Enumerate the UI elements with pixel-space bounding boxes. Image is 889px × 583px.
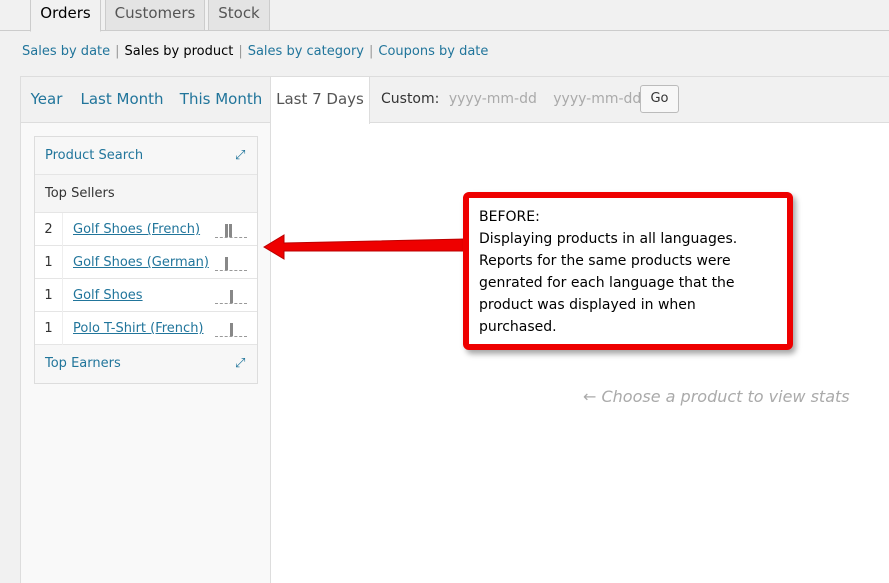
report-tabs: Orders Customers Stock bbox=[0, 0, 889, 32]
tab-customers[interactable]: Customers bbox=[105, 0, 205, 31]
callout-body: Reports for the same products were genra… bbox=[479, 253, 735, 335]
list-item: 1 Golf Shoes (German) bbox=[35, 246, 257, 279]
custom-range: Custom: yyyy-mm-dd yyyy-mm-dd bbox=[381, 77, 648, 123]
sparkline-bar bbox=[229, 224, 232, 237]
separator: | bbox=[368, 44, 374, 59]
report-sidebar: Product Search ⤢ Top Sellers 2 Golf Shoe… bbox=[21, 123, 271, 583]
link-sales-by-date[interactable]: Sales by date bbox=[22, 44, 110, 59]
sparkline-bar bbox=[230, 290, 233, 303]
sparkline-bar bbox=[230, 323, 233, 336]
list-item: 1 Golf Shoes bbox=[35, 279, 257, 312]
top-sellers-header: Top Sellers bbox=[35, 175, 257, 213]
seller-link[interactable]: Polo T-Shirt (French) bbox=[73, 312, 204, 345]
seller-count: 1 bbox=[35, 279, 63, 312]
range-last-month[interactable]: Last Month bbox=[72, 77, 172, 123]
link-sales-by-category[interactable]: Sales by category bbox=[248, 44, 364, 59]
separator: | bbox=[238, 44, 243, 59]
top-earners-title: Top Earners bbox=[45, 356, 121, 371]
list-item: 1 Polo T-Shirt (French) bbox=[35, 312, 257, 345]
date-range-bar: Year Last Month This Month Last 7 Days C… bbox=[21, 77, 889, 124]
top-earners-header[interactable]: Top Earners ⤢ bbox=[35, 345, 257, 383]
seller-count: 1 bbox=[35, 312, 63, 345]
list-item: 2 Golf Shoes (French) bbox=[35, 213, 257, 246]
tab-orders[interactable]: Orders bbox=[30, 0, 101, 32]
tab-stock[interactable]: Stock bbox=[208, 0, 270, 31]
go-button[interactable]: Go bbox=[640, 85, 679, 113]
link-sales-by-product[interactable]: Sales by product bbox=[125, 44, 234, 59]
callout-subheading: Displaying products in all languages. bbox=[479, 231, 738, 247]
report-sub-nav: Sales by date | Sales by product | Sales by … bbox=[22, 44, 488, 59]
annotation-callout: BEFORE: Displaying products in all langu… bbox=[463, 192, 793, 350]
sparkline-bar bbox=[225, 257, 228, 270]
seller-link[interactable]: Golf Shoes bbox=[73, 279, 143, 312]
product-search-header[interactable]: Product Search ⤢ bbox=[35, 137, 257, 175]
callout-heading: BEFORE: bbox=[479, 209, 540, 225]
range-year[interactable]: Year bbox=[21, 77, 72, 123]
product-search-widget: Product Search ⤢ Top Sellers 2 Golf Shoe… bbox=[34, 136, 258, 384]
empty-state-message: ← Choose a product to view stats bbox=[583, 387, 850, 406]
sparkline-chart bbox=[215, 255, 247, 271]
range-this-month[interactable]: This Month bbox=[172, 77, 270, 123]
separator: | bbox=[115, 44, 120, 59]
custom-label: Custom: bbox=[381, 91, 440, 107]
sparkline-chart bbox=[215, 321, 247, 337]
sparkline-chart bbox=[215, 222, 247, 238]
range-last-7-days[interactable]: Last 7 Days bbox=[270, 77, 370, 124]
start-date-input[interactable]: yyyy-mm-dd bbox=[449, 77, 544, 121]
expand-icon[interactable]: ⤢ bbox=[235, 149, 247, 162]
seller-link[interactable]: Golf Shoes (French) bbox=[73, 213, 200, 246]
seller-link[interactable]: Golf Shoes (German) bbox=[73, 246, 209, 279]
end-date-input[interactable]: yyyy-mm-dd bbox=[553, 77, 648, 121]
sparkline-bar bbox=[225, 224, 228, 237]
seller-count: 2 bbox=[35, 213, 63, 246]
sparkline-chart bbox=[215, 288, 247, 304]
seller-count: 1 bbox=[35, 246, 63, 279]
expand-icon[interactable]: ⤢ bbox=[235, 357, 247, 370]
product-search-title: Product Search bbox=[45, 148, 144, 163]
annotation-arrow-icon bbox=[263, 234, 466, 260]
link-coupons-by-date[interactable]: Coupons by date bbox=[378, 44, 488, 59]
